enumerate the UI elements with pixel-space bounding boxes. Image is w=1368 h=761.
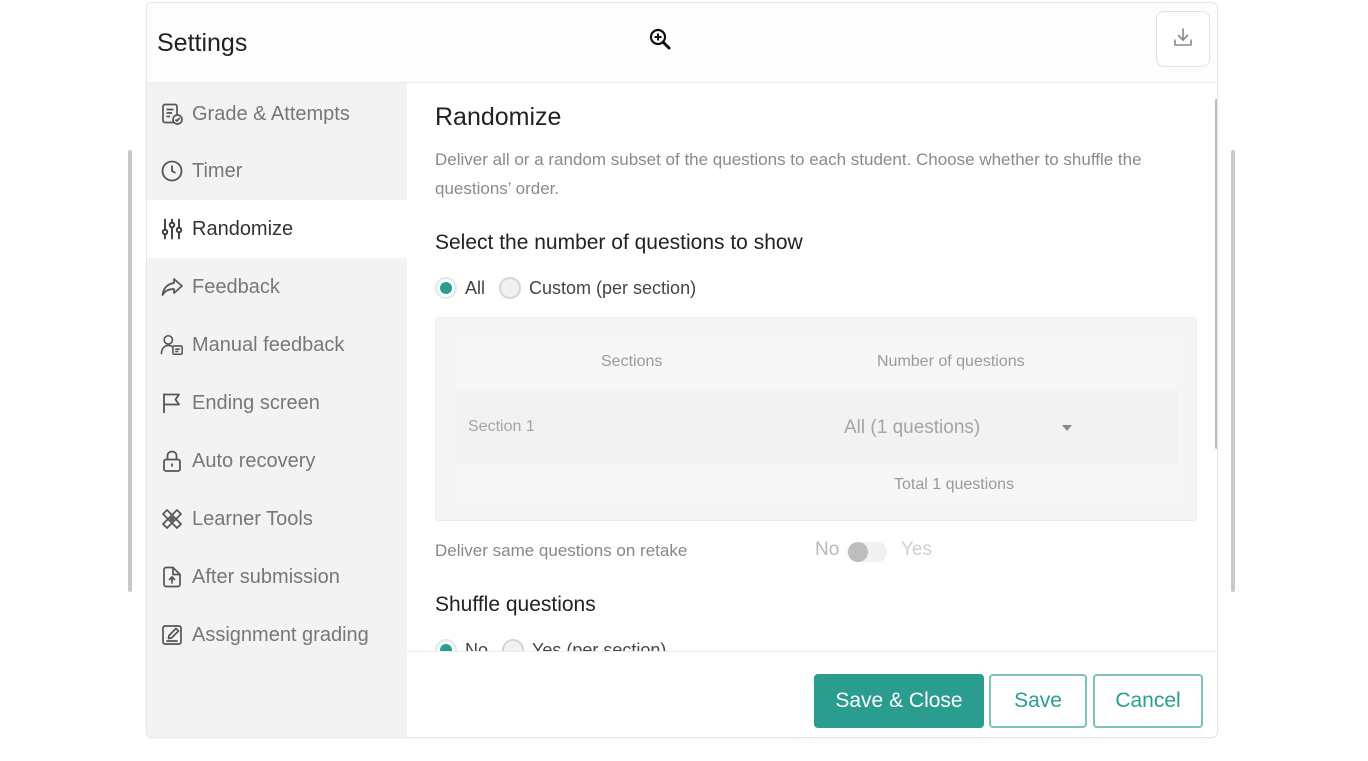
sidebar-item-label: Ending screen xyxy=(192,391,320,414)
user-feedback-icon xyxy=(160,333,184,357)
sidebar-item-label: Feedback xyxy=(192,275,280,298)
sidebar-item-label: Auto recovery xyxy=(192,449,316,472)
toggle-off-label: No xyxy=(815,539,840,560)
table-header: Sections Number of questions xyxy=(456,336,1178,388)
table-footer: Total 1 questions xyxy=(456,466,1178,502)
shuffle-options: No Yes (per section) xyxy=(435,639,680,651)
sidebar-item-label: After submission xyxy=(192,565,340,588)
question-count-value: All (1 questions) xyxy=(844,417,981,438)
sidebar-item-label: Assignment grading xyxy=(192,623,369,646)
question-count-select[interactable]: All (1 questions) xyxy=(844,414,1084,442)
flag-icon xyxy=(160,391,184,415)
content-scrollbar[interactable] xyxy=(1215,99,1217,449)
sections-table: Sections Number of questions Section 1 A… xyxy=(435,317,1197,521)
zoom-in-icon xyxy=(647,27,673,53)
sidebar-item-learner-tools[interactable]: Learner Tools xyxy=(147,490,407,548)
chevron-down-icon xyxy=(1062,425,1072,431)
sidebar-item-after-submission[interactable]: After submission xyxy=(147,548,407,606)
tools-icon xyxy=(160,507,184,531)
sidebar-item-label: Learner Tools xyxy=(192,507,313,530)
table-row: Section 1 All (1 questions) xyxy=(456,390,1178,464)
settings-content: Randomize Deliver all or a random subset… xyxy=(407,83,1217,651)
column-header-sections: Sections xyxy=(601,353,663,370)
sidebar-item-grade-attempts[interactable]: Grade & Attempts xyxy=(147,85,407,143)
sidebar-item-assignment-grading[interactable]: Assignment grading xyxy=(147,606,407,664)
settings-dialog: Settings Grade & Attempts Timer Randomiz… xyxy=(146,2,1218,738)
radio-all[interactable] xyxy=(435,277,457,299)
questions-count-title: Select the number of questions to show xyxy=(435,231,803,254)
shuffle-title: Shuffle questions xyxy=(435,593,596,616)
dialog-header: Settings xyxy=(147,3,1217,83)
total-questions: Total 1 questions xyxy=(894,476,1015,493)
retake-toggle[interactable] xyxy=(847,542,887,562)
sidebar-item-label: Manual feedback xyxy=(192,333,345,356)
section-name: Section 1 xyxy=(468,418,535,435)
sidebar-item-label: Timer xyxy=(192,159,243,182)
radio-shuffle-no[interactable] xyxy=(435,639,457,651)
radio-label-shuffle-yes: Yes (per section) xyxy=(532,639,667,652)
section-title: Randomize xyxy=(435,103,562,131)
page-scrollbar-right[interactable] xyxy=(1231,150,1235,592)
radio-custom[interactable] xyxy=(499,277,522,299)
retake-toggle-row: Deliver same questions on retake No Yes xyxy=(435,539,995,565)
radio-label-shuffle-no: No xyxy=(465,639,489,652)
sidebar-item-timer[interactable]: Timer xyxy=(147,142,407,200)
radio-label-custom: Custom (per section) xyxy=(529,277,697,298)
sidebar-item-auto-recovery[interactable]: Auto recovery xyxy=(147,432,407,490)
sidebar-item-manual-feedback[interactable]: Manual feedback xyxy=(147,316,407,374)
grade-icon xyxy=(160,102,184,126)
download-icon xyxy=(1172,26,1194,53)
settings-sidebar: Grade & Attempts Timer Randomize Feedbac… xyxy=(147,83,407,737)
dialog-footer: Save & Close Save Cancel xyxy=(407,651,1217,737)
toggle-knob xyxy=(848,542,868,562)
clock-icon xyxy=(160,159,184,183)
sidebar-item-randomize[interactable]: Randomize xyxy=(147,200,407,258)
save-close-button[interactable]: Save & Close xyxy=(814,674,984,728)
section-description: Deliver all or a random subset of the qu… xyxy=(435,150,1142,198)
sidebar-item-label: Randomize xyxy=(192,217,294,240)
lock-icon xyxy=(160,449,184,473)
questions-count-options: All Custom (per section) xyxy=(435,277,710,299)
column-header-number: Number of questions xyxy=(877,353,1025,370)
sidebar-item-ending-screen[interactable]: Ending screen xyxy=(147,374,407,432)
upload-doc-icon xyxy=(160,565,184,589)
retake-label: Deliver same questions on retake xyxy=(435,541,688,560)
edit-icon xyxy=(160,623,184,647)
save-button[interactable]: Save xyxy=(989,674,1087,728)
radio-shuffle-yes[interactable] xyxy=(502,639,525,651)
sliders-icon xyxy=(160,217,184,241)
toggle-on-label: Yes xyxy=(901,539,932,560)
page-scrollbar-left[interactable] xyxy=(128,150,132,592)
download-button[interactable] xyxy=(1156,11,1210,67)
sidebar-item-label: Grade & Attempts xyxy=(192,102,350,125)
cancel-button[interactable]: Cancel xyxy=(1093,674,1203,728)
radio-label-all: All xyxy=(465,277,486,298)
sidebar-item-feedback[interactable]: Feedback xyxy=(147,258,407,316)
share-arrow-icon xyxy=(160,275,184,299)
dialog-title: Settings xyxy=(157,29,248,57)
